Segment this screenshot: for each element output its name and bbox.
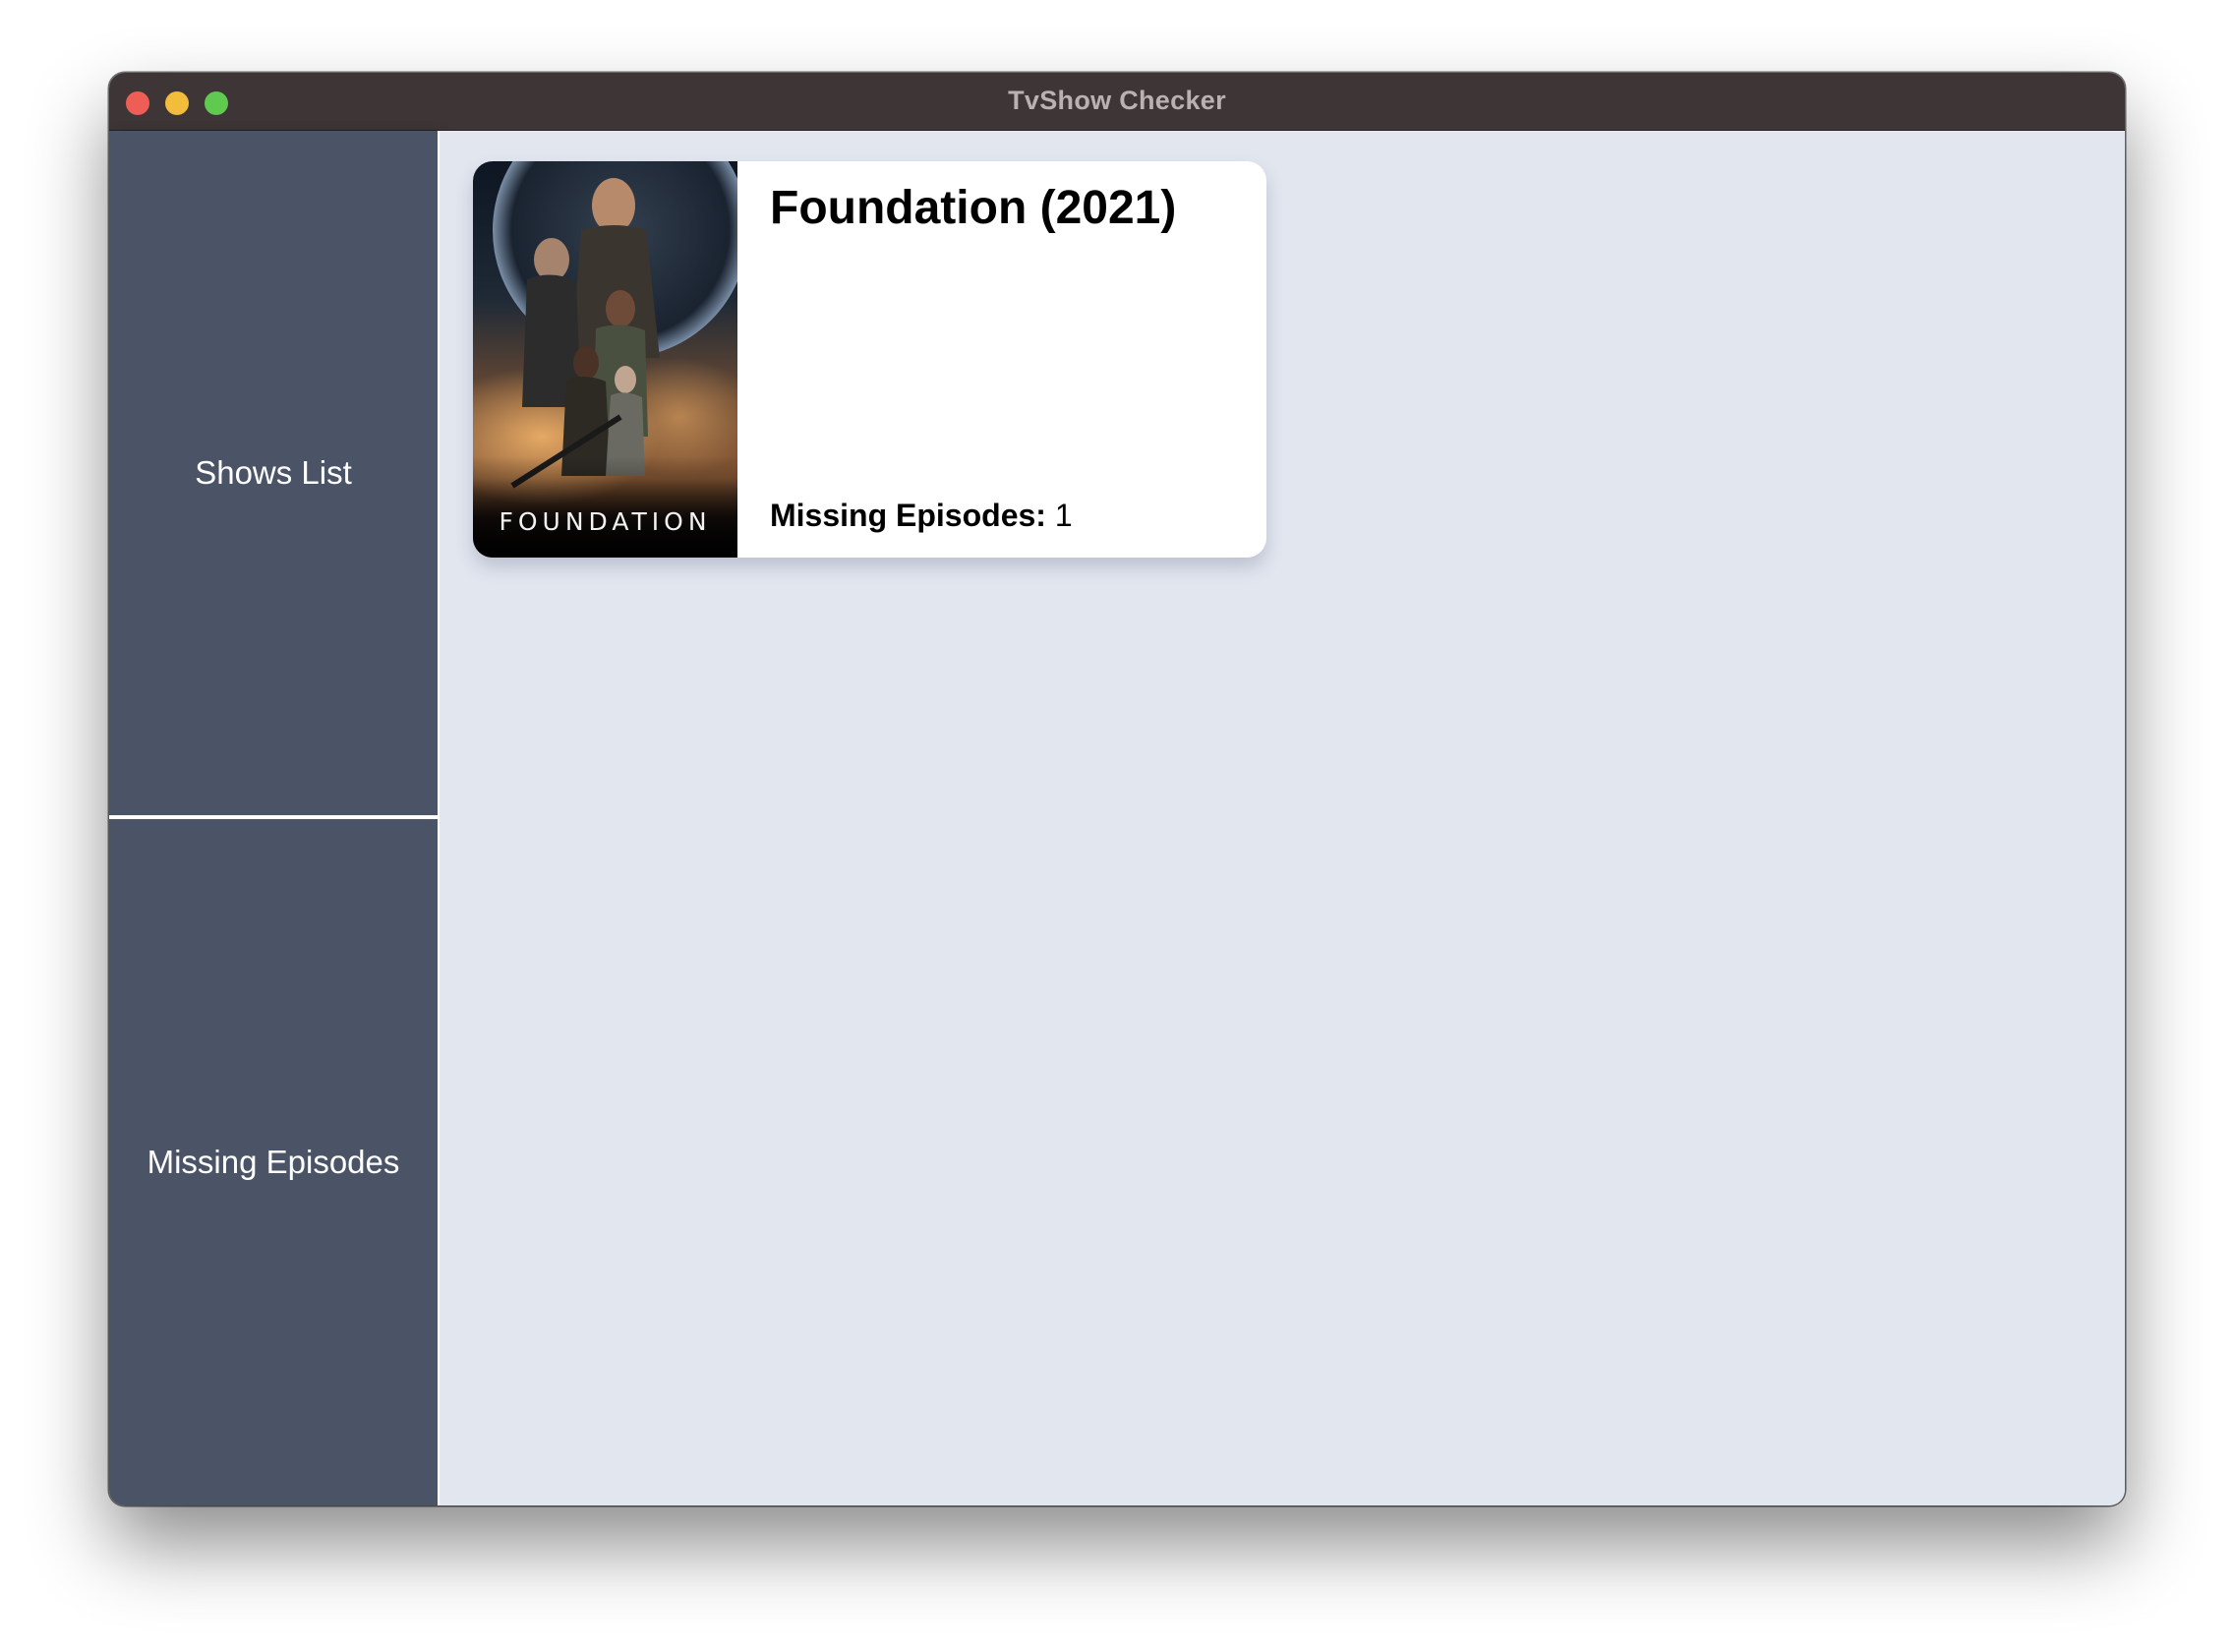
title-bar[interactable]: TvShow Checker (109, 73, 2125, 131)
missing-episodes-info: Missing Episodes: 1 (770, 498, 1073, 534)
shows-list-view: FOUNDATION Foundation (2021) Missing Epi… (440, 131, 2125, 1505)
missing-episodes-label: Missing Episodes: (770, 498, 1046, 533)
sidebar-item-missing-episodes[interactable]: Missing Episodes (109, 819, 438, 1505)
missing-episodes-count: 1 (1054, 498, 1073, 533)
show-poster-image: FOUNDATION (473, 161, 737, 558)
poster-title-text: FOUNDATION (499, 507, 712, 536)
sidebar-item-label: Shows List (195, 454, 352, 491)
app-window: TvShow Checker Shows List Missing Episod… (109, 73, 2125, 1505)
show-title: Foundation (2021) (770, 182, 1177, 234)
sidebar: Shows List Missing Episodes (109, 131, 440, 1505)
sidebar-item-shows-list[interactable]: Shows List (109, 131, 438, 815)
window-title: TvShow Checker (1008, 86, 1226, 115)
show-card[interactable]: FOUNDATION Foundation (2021) Missing Epi… (473, 161, 1266, 558)
sidebar-item-label: Missing Episodes (147, 1144, 400, 1180)
poster-artwork (473, 161, 737, 558)
